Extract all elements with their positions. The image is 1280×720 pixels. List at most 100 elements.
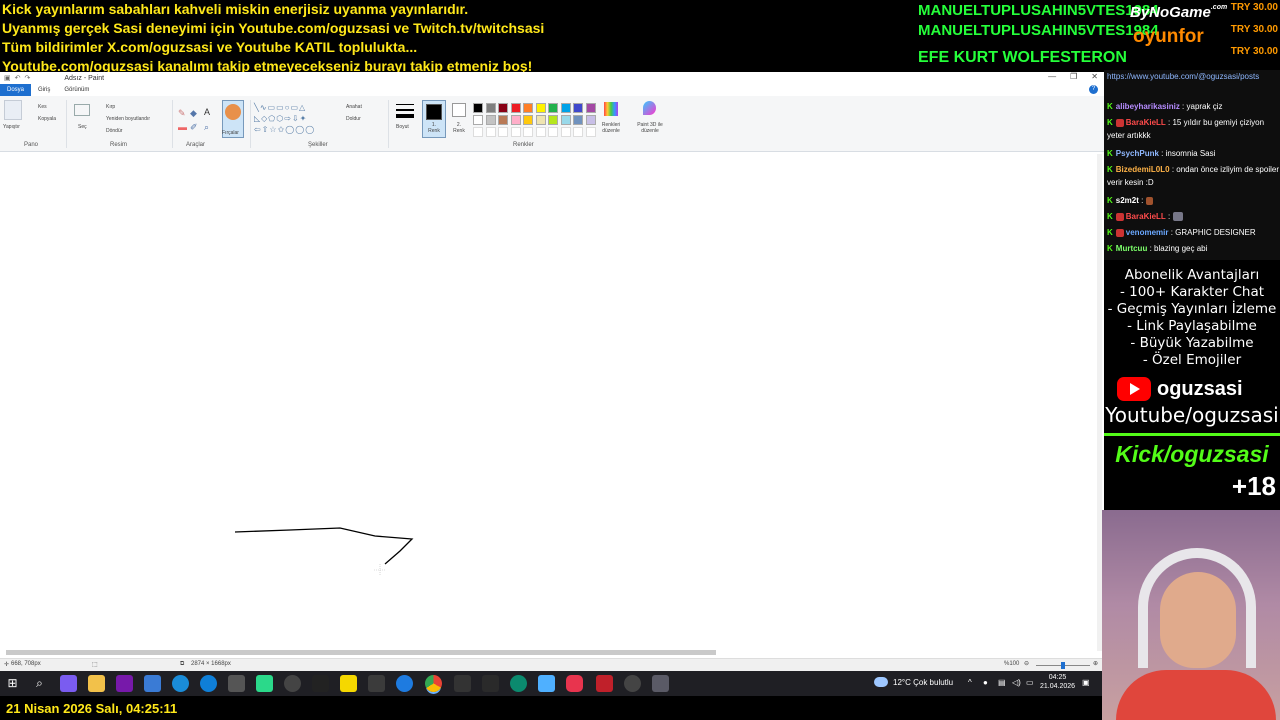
pen-app-icon[interactable] bbox=[60, 675, 77, 692]
zoom-in-icon[interactable]: ⊕ bbox=[1093, 660, 1098, 667]
palette-swatch[interactable] bbox=[498, 103, 508, 113]
tray-display-icon[interactable]: ▭ bbox=[1026, 678, 1034, 687]
redo-icon[interactable]: ↷ bbox=[25, 74, 31, 82]
tray-volume-icon[interactable]: ◁) bbox=[1012, 678, 1021, 687]
fill-button[interactable]: Doldur bbox=[346, 116, 361, 122]
palette-swatch[interactable] bbox=[473, 103, 483, 113]
camera-icon[interactable] bbox=[228, 675, 245, 692]
palette-swatch-empty[interactable] bbox=[498, 127, 508, 137]
palette-swatch[interactable] bbox=[510, 115, 521, 125]
search-icon[interactable]: ⌕ bbox=[31, 675, 48, 692]
close-icon[interactable]: ✕ bbox=[1091, 72, 1098, 81]
resize-button[interactable]: Yeniden boyutlandır bbox=[106, 116, 150, 122]
weather-text[interactable]: 12°C Çok bulutlu bbox=[893, 678, 953, 687]
palette-swatch[interactable] bbox=[485, 103, 496, 113]
onenote-icon[interactable] bbox=[116, 675, 133, 692]
palette-swatch[interactable] bbox=[523, 115, 533, 125]
palette-swatch-empty[interactable] bbox=[573, 127, 583, 137]
app-blue-icon[interactable] bbox=[538, 675, 555, 692]
copy-button[interactable]: Kopyala bbox=[38, 116, 56, 122]
tab-giris[interactable]: Giriş bbox=[31, 84, 57, 96]
zoom-slider[interactable] bbox=[1036, 662, 1090, 669]
paste-button[interactable] bbox=[4, 100, 22, 120]
palette-swatch[interactable] bbox=[548, 115, 558, 125]
crop-button[interactable]: Kırp bbox=[106, 104, 115, 110]
palette-swatch[interactable] bbox=[535, 103, 546, 113]
horizontal-scrollbar[interactable] bbox=[6, 650, 716, 655]
palette-swatch[interactable] bbox=[573, 115, 583, 125]
palette-swatch[interactable] bbox=[473, 115, 483, 125]
palette-swatch-empty[interactable] bbox=[560, 127, 571, 137]
palette-swatch[interactable] bbox=[485, 115, 496, 125]
remote-desktop-icon[interactable] bbox=[144, 675, 161, 692]
text-icon[interactable]: A bbox=[204, 107, 210, 117]
outline-button[interactable]: Anahat bbox=[346, 104, 362, 110]
save-icon[interactable]: ▣ bbox=[4, 74, 11, 82]
edit-colors-icon[interactable] bbox=[604, 102, 618, 116]
tab-dosya[interactable]: Dosya bbox=[0, 84, 32, 96]
palette-swatch-empty[interactable] bbox=[535, 127, 546, 137]
pinned-url[interactable]: https://www.youtube.com/@oguzsasi/posts bbox=[1107, 71, 1279, 83]
palette-swatch-empty[interactable] bbox=[473, 127, 483, 137]
palette-swatch[interactable] bbox=[523, 103, 533, 113]
weather-icon[interactable] bbox=[874, 677, 888, 687]
select-button[interactable] bbox=[74, 104, 90, 116]
drawing-svg[interactable] bbox=[0, 154, 1097, 651]
cut-button[interactable]: Kes bbox=[38, 104, 47, 110]
chrome-icon[interactable] bbox=[425, 675, 442, 692]
paint3d-icon[interactable] bbox=[643, 101, 656, 115]
palette-swatch[interactable] bbox=[535, 115, 546, 125]
palette-swatch[interactable] bbox=[560, 115, 571, 125]
palette-swatch[interactable] bbox=[510, 103, 521, 113]
app-red-icon[interactable] bbox=[596, 675, 613, 692]
palette-swatch[interactable] bbox=[498, 115, 508, 125]
eraser-icon[interactable]: ▬ bbox=[178, 122, 187, 132]
app-p-icon[interactable] bbox=[454, 675, 471, 692]
undo-icon[interactable]: ↶ bbox=[15, 74, 21, 82]
messenger-icon[interactable] bbox=[396, 675, 413, 692]
notification-icon[interactable]: ▣ bbox=[1082, 678, 1090, 687]
chatgpt-icon[interactable] bbox=[624, 675, 641, 692]
shapes-gallery[interactable]: ╲∿▭▭○▭△ ◺◇⬠⬡⇨⇩✦ ⇦⇧☆✩◯◯◯ bbox=[254, 102, 340, 138]
palette-swatch-empty[interactable] bbox=[485, 127, 496, 137]
app-triangle-icon[interactable] bbox=[312, 675, 329, 692]
file-explorer-icon[interactable] bbox=[88, 675, 105, 692]
app-music-icon[interactable] bbox=[482, 675, 499, 692]
sticky-notes-icon[interactable] bbox=[340, 675, 357, 692]
drawing-canvas[interactable] bbox=[0, 154, 1097, 651]
palette-swatch-empty[interactable] bbox=[523, 127, 533, 137]
size-button[interactable] bbox=[396, 104, 414, 118]
palette-swatch[interactable] bbox=[573, 103, 583, 113]
settings-gear-icon[interactable] bbox=[284, 675, 301, 692]
palette-swatch-empty[interactable] bbox=[585, 127, 596, 137]
tray-mic-icon[interactable]: ● bbox=[983, 678, 988, 687]
color2-button[interactable] bbox=[452, 103, 466, 117]
palette-swatch[interactable] bbox=[585, 103, 596, 113]
minimize-icon[interactable]: — bbox=[1048, 72, 1056, 81]
paint-icon[interactable] bbox=[652, 675, 669, 692]
palette-swatch-empty[interactable] bbox=[510, 127, 521, 137]
windows-start-icon[interactable]: ⊞ bbox=[4, 675, 21, 692]
zoom-out-icon[interactable]: ⊖ bbox=[1024, 660, 1029, 667]
pencil-icon[interactable]: ✎ bbox=[178, 108, 186, 119]
app-green-icon[interactable] bbox=[256, 675, 273, 692]
help-icon[interactable]: ? bbox=[1089, 85, 1098, 94]
vivaldi-icon[interactable] bbox=[566, 675, 583, 692]
shield-icon[interactable] bbox=[368, 675, 385, 692]
palette-swatch[interactable] bbox=[560, 103, 571, 113]
edge-icon[interactable] bbox=[200, 675, 217, 692]
rotate-button[interactable]: Döndür bbox=[106, 128, 122, 134]
edge-dev-icon[interactable] bbox=[172, 675, 189, 692]
palette-swatch[interactable] bbox=[548, 103, 558, 113]
color-picker-icon[interactable]: ✐ bbox=[190, 122, 198, 133]
app-teal-icon[interactable] bbox=[510, 675, 527, 692]
fill-icon[interactable]: ◆ bbox=[190, 108, 197, 119]
maximize-icon[interactable]: ❐ bbox=[1070, 72, 1077, 81]
tray-clock[interactable]: 04:25 21.04.2026 bbox=[1040, 673, 1075, 691]
zoom-slider-thumb[interactable] bbox=[1061, 662, 1065, 669]
tray-chevron-icon[interactable]: ^ bbox=[968, 678, 972, 687]
tab-gorunum[interactable]: Görünüm bbox=[57, 84, 96, 96]
palette-swatch-empty[interactable] bbox=[548, 127, 558, 137]
tray-network-icon[interactable]: ▤ bbox=[998, 678, 1006, 687]
magnifier-icon[interactable]: ⌕ bbox=[204, 122, 209, 133]
